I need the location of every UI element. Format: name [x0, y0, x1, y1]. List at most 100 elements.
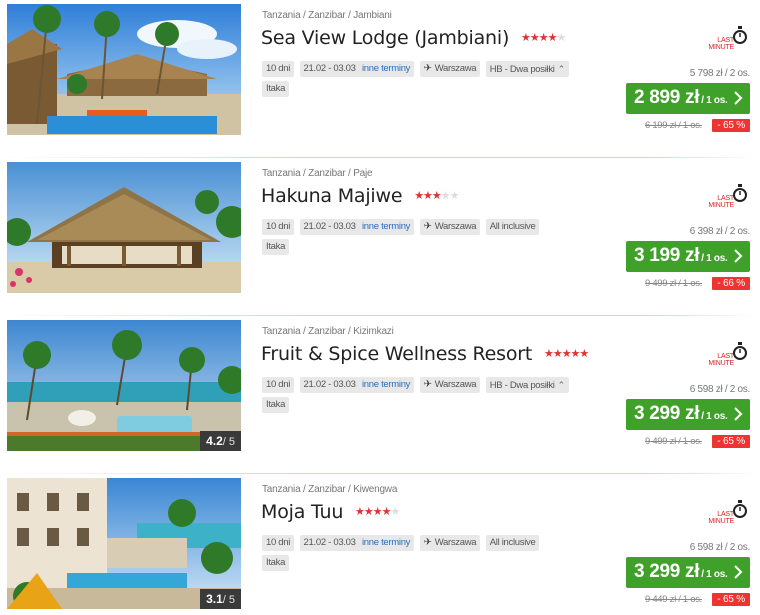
- last-minute-label: LAST MINUTE: [708, 511, 734, 525]
- hotel-name[interactable]: Fruit & Spice Wellness Resort ★★★★★: [261, 343, 589, 365]
- offer-tags: 10 dni 21.02 - 03.03 inne terminy ✈ Warsz…: [262, 219, 602, 258]
- offer-card[interactable]: Tanzania / Zanzibar / Paje Hakuna Majiwe…: [0, 158, 760, 316]
- duration-tag: 10 dni: [262, 61, 295, 77]
- old-price: 9 449 zł / 1 os.: [645, 594, 702, 605]
- hotel-photo[interactable]: [7, 4, 241, 135]
- price-button[interactable]: 2 899 zł/ 1 os.: [626, 83, 750, 114]
- dates-tag: 21.02 - 03.03 inne terminy: [299, 219, 415, 235]
- hotel-name[interactable]: Sea View Lodge (Jambiani) ★★★★★: [261, 27, 566, 49]
- hotel-photo[interactable]: 4.2/ 5: [7, 320, 241, 451]
- per-person-label: / 1 os.: [701, 569, 728, 580]
- dates-text: 21.02 - 03.03: [303, 221, 356, 232]
- offer-card[interactable]: 4.2/ 5 Tanzania / Zanzibar / Kizimkazi F…: [0, 316, 760, 474]
- stopwatch-icon: [733, 26, 747, 44]
- price-button[interactable]: 3 299 zł/ 1 os.: [626, 399, 750, 430]
- price-value: 3 299 zł: [634, 561, 700, 582]
- last-minute-badge: LAST MINUTE: [708, 25, 748, 57]
- hotel-photo[interactable]: 3.1/ 5: [7, 478, 241, 609]
- hotel-name-text[interactable]: Sea View Lodge (Jambiani): [261, 27, 509, 49]
- hotel-photo[interactable]: [7, 162, 241, 293]
- chevron-right-icon: [734, 407, 743, 421]
- dates-text: 21.02 - 03.03: [303, 63, 356, 74]
- offer-card[interactable]: Tanzania / Zanzibar / Jambiani Sea View …: [0, 0, 760, 158]
- departure-text: Warszawa: [434, 221, 477, 232]
- discount-badge: - 66 %: [712, 277, 750, 290]
- old-price: 6 199 zł / 1 os.: [645, 120, 702, 131]
- offer-card[interactable]: 3.1/ 5 Tanzania / Zanzibar / Kiwengwa Mo…: [0, 474, 760, 615]
- star-rating: ★★★★★: [414, 189, 460, 202]
- review-score-max: / 5: [222, 594, 235, 606]
- beach-resort-image: [7, 4, 241, 135]
- location-breadcrumb[interactable]: Tanzania / Zanzibar / Kizimkazi: [262, 326, 394, 337]
- operator-tag: Itaka: [262, 81, 290, 97]
- price-amount: 3 299 zł/ 1 os.: [634, 561, 728, 583]
- location-breadcrumb[interactable]: Tanzania / Zanzibar / Kiwengwa: [262, 484, 397, 495]
- thatched-hut-image: [7, 162, 241, 293]
- hotel-name-text[interactable]: Hakuna Majiwe: [261, 185, 403, 207]
- hotel-name-text[interactable]: Moja Tuu: [261, 501, 343, 523]
- per-person-label: / 1 os.: [701, 411, 728, 422]
- last-minute-label: LAST MINUTE: [708, 353, 734, 367]
- discount-badge: - 65 %: [712, 593, 750, 606]
- chevron-up-icon[interactable]: ⌃: [558, 64, 566, 74]
- other-dates-link[interactable]: inne terminy: [362, 63, 410, 74]
- board-tag[interactable]: HB - Dwa posiłki ⌃: [485, 61, 569, 77]
- last-minute-label: LAST MINUTE: [708, 37, 734, 51]
- discount-badge: - 65 %: [712, 119, 750, 132]
- star-empty: ★: [390, 505, 400, 518]
- other-dates-link[interactable]: inne terminy: [362, 379, 410, 390]
- departure-tag: ✈ Warszawa: [419, 535, 481, 551]
- hotel-name[interactable]: Moja Tuu ★★★★★: [261, 501, 400, 523]
- price-for-two: 6 598 zł / 2 os.: [689, 384, 751, 395]
- price-button[interactable]: 3 299 zł/ 1 os.: [626, 557, 750, 588]
- chevron-right-icon: [734, 565, 743, 579]
- plane-icon: ✈: [423, 221, 432, 232]
- other-dates-link[interactable]: inne terminy: [362, 221, 410, 232]
- offer-tags: 10 dni 21.02 - 03.03 inne terminy ✈ Warsz…: [262, 377, 602, 416]
- board-text: All inclusive: [489, 537, 536, 548]
- price-button[interactable]: 3 199 zł/ 1 os.: [626, 241, 750, 272]
- last-minute-badge: LAST MINUTE: [708, 499, 748, 531]
- board-tag[interactable]: HB - Dwa posiłki ⌃: [485, 377, 569, 393]
- other-dates-link[interactable]: inne terminy: [362, 537, 410, 548]
- plane-icon: ✈: [423, 537, 432, 548]
- departure-tag: ✈ Warszawa: [419, 377, 481, 393]
- star-empty: ★★: [440, 189, 460, 202]
- per-person-label: / 1 os.: [701, 253, 728, 264]
- board-text: HB - Dwa posiłki: [489, 380, 555, 391]
- departure-text: Warszawa: [434, 63, 477, 74]
- departure-tag: ✈ Warszawa: [419, 61, 481, 77]
- review-score-value: 4.2: [206, 434, 223, 448]
- plane-icon: ✈: [423, 63, 432, 74]
- review-score: 3.1/ 5: [200, 589, 241, 609]
- hotel-name-text[interactable]: Fruit & Spice Wellness Resort: [261, 343, 532, 365]
- board-text: All inclusive: [489, 221, 536, 232]
- old-price: 9 499 zł / 1 os.: [645, 436, 702, 447]
- review-score-max: / 5: [222, 436, 235, 448]
- price-amount: 3 199 zł/ 1 os.: [634, 245, 728, 267]
- price-for-two: 6 598 zł / 2 os.: [689, 542, 751, 553]
- star-rating: ★★★★★: [355, 505, 400, 518]
- duration-tag: 10 dni: [262, 219, 295, 235]
- location-breadcrumb[interactable]: Tanzania / Zanzibar / Paje: [262, 168, 373, 179]
- duration-tag: 10 dni: [262, 535, 295, 551]
- old-price: 9 499 zł / 1 os.: [645, 278, 702, 289]
- star-filled: ★★★: [414, 189, 442, 202]
- operator-tag: Itaka: [262, 397, 290, 413]
- offer-tags: 10 dni 21.02 - 03.03 inne terminy ✈ Warsz…: [262, 535, 602, 574]
- chevron-right-icon: [734, 249, 743, 263]
- last-minute-label: LAST MINUTE: [708, 195, 734, 209]
- dates-text: 21.02 - 03.03: [303, 537, 356, 548]
- stopwatch-icon: [733, 342, 747, 360]
- price-value: 3 199 zł: [634, 245, 700, 266]
- location-breadcrumb[interactable]: Tanzania / Zanzibar / Jambiani: [262, 10, 392, 21]
- hotel-name[interactable]: Hakuna Majiwe ★★★★★: [261, 185, 460, 207]
- price-value: 3 299 zł: [634, 403, 700, 424]
- star-filled: ★★★★: [355, 505, 391, 518]
- dates-text: 21.02 - 03.03: [303, 379, 356, 390]
- operator-tag: Itaka: [262, 239, 290, 255]
- chevron-up-icon[interactable]: ⌃: [558, 380, 566, 390]
- last-minute-badge: LAST MINUTE: [708, 341, 748, 373]
- operator-tag: Itaka: [262, 555, 290, 571]
- departure-text: Warszawa: [434, 379, 477, 390]
